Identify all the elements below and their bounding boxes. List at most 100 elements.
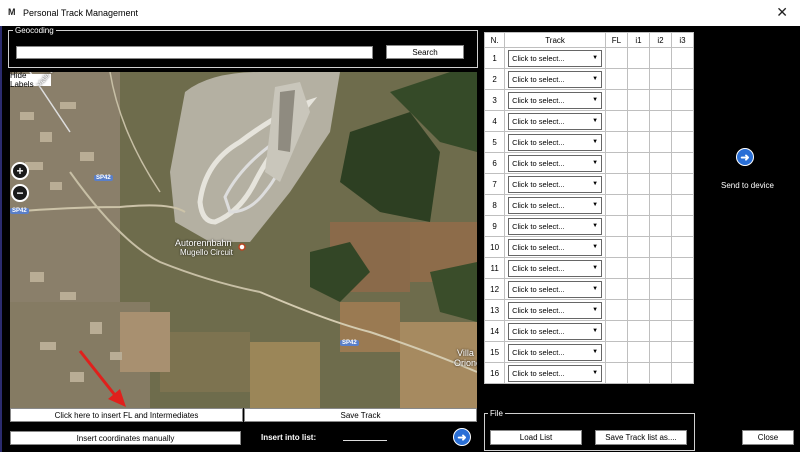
i1-cell[interactable] — [627, 236, 651, 258]
track-select[interactable]: Click to select... ▼ — [508, 196, 603, 214]
satellite-map[interactable]: Hide Labels + − SP42 SP42 SP42 Autorennb… — [10, 72, 477, 408]
track-select[interactable]: Click to select... ▼ — [508, 259, 603, 277]
fl-cell[interactable] — [604, 47, 629, 69]
i2-cell[interactable] — [649, 68, 672, 90]
i1-cell[interactable] — [627, 257, 651, 279]
fl-cell[interactable] — [604, 278, 629, 300]
i1-cell[interactable] — [627, 68, 651, 90]
fl-cell[interactable] — [604, 257, 629, 279]
zoom-in-button[interactable]: + — [11, 162, 29, 180]
i3-cell[interactable] — [670, 47, 695, 69]
track-select[interactable]: Click to select... ▼ — [508, 301, 603, 319]
insert-coordinates-manually-button[interactable]: Insert coordinates manually — [10, 431, 241, 445]
window-title: Personal Track Management — [23, 8, 139, 18]
fl-cell[interactable] — [604, 362, 629, 384]
track-select-value: Click to select... — [512, 263, 565, 273]
search-button[interactable]: Search — [386, 45, 464, 59]
track-select[interactable]: Click to select... ▼ — [508, 280, 603, 298]
fl-cell[interactable] — [604, 68, 629, 90]
i3-cell[interactable] — [670, 257, 695, 279]
fl-cell[interactable] — [604, 194, 629, 216]
close-button[interactable]: Close — [742, 430, 794, 445]
load-list-button[interactable]: Load List — [490, 430, 582, 445]
i1-cell[interactable] — [627, 278, 651, 300]
i2-cell[interactable] — [649, 47, 672, 69]
fl-cell[interactable] — [604, 236, 629, 258]
i2-cell[interactable] — [649, 215, 672, 237]
i2-cell[interactable] — [649, 299, 672, 321]
i3-cell[interactable] — [670, 278, 695, 300]
geocoding-search-input[interactable] — [16, 46, 373, 59]
i2-cell[interactable] — [649, 152, 672, 174]
i2-cell[interactable] — [649, 89, 672, 111]
i2-cell[interactable] — [649, 131, 672, 153]
header-fl: FL — [604, 32, 629, 48]
i1-cell[interactable] — [627, 173, 651, 195]
track-select[interactable]: Click to select... ▼ — [508, 322, 603, 340]
fl-cell[interactable] — [604, 320, 629, 342]
track-select[interactable]: Click to select... ▼ — [508, 133, 603, 151]
i3-cell[interactable] — [670, 194, 695, 216]
table-row: 13 Click to select... ▼ — [483, 299, 695, 321]
track-select[interactable]: Click to select... ▼ — [508, 343, 603, 361]
i2-cell[interactable] — [649, 236, 672, 258]
i1-cell[interactable] — [627, 47, 651, 69]
i1-cell[interactable] — [627, 89, 651, 111]
fl-cell[interactable] — [604, 173, 629, 195]
i1-cell[interactable] — [627, 362, 651, 384]
i3-cell[interactable] — [670, 173, 695, 195]
i3-cell[interactable] — [670, 320, 695, 342]
insert-fl-intermediates-button[interactable]: Click here to insert FL and Intermediate… — [10, 408, 243, 422]
i1-cell[interactable] — [627, 110, 651, 132]
fl-cell[interactable] — [604, 215, 629, 237]
fl-cell[interactable] — [604, 110, 629, 132]
i2-cell[interactable] — [649, 320, 672, 342]
i3-cell[interactable] — [670, 215, 695, 237]
save-track-button[interactable]: Save Track — [244, 408, 477, 422]
i1-cell[interactable] — [627, 299, 651, 321]
i3-cell[interactable] — [670, 110, 695, 132]
i2-cell[interactable] — [649, 257, 672, 279]
insert-into-list-field[interactable] — [343, 440, 387, 441]
i3-cell[interactable] — [670, 152, 695, 174]
i1-cell[interactable] — [627, 131, 651, 153]
close-icon[interactable]: ✕ — [776, 4, 788, 21]
i2-cell[interactable] — [649, 194, 672, 216]
i1-cell[interactable] — [627, 320, 651, 342]
i3-cell[interactable] — [670, 131, 695, 153]
fl-cell[interactable] — [604, 89, 629, 111]
track-select[interactable]: Click to select... ▼ — [508, 49, 603, 67]
fl-cell[interactable] — [604, 152, 629, 174]
i3-cell[interactable] — [670, 362, 695, 384]
fl-cell[interactable] — [604, 341, 629, 363]
track-select[interactable]: Click to select... ▼ — [508, 70, 603, 88]
i3-cell[interactable] — [670, 299, 695, 321]
save-track-list-button[interactable]: Save Track list as.... — [595, 430, 687, 445]
i1-cell[interactable] — [627, 194, 651, 216]
insert-into-list-arrow-icon[interactable]: ➜ — [453, 428, 471, 446]
i2-cell[interactable] — [649, 110, 672, 132]
i2-cell[interactable] — [649, 278, 672, 300]
track-select[interactable]: Click to select... ▼ — [508, 364, 603, 382]
i3-cell[interactable] — [670, 89, 695, 111]
i2-cell[interactable] — [649, 362, 672, 384]
track-select[interactable]: Click to select... ▼ — [508, 217, 603, 235]
fl-cell[interactable] — [604, 299, 629, 321]
zoom-out-button[interactable]: − — [11, 184, 29, 202]
fl-cell[interactable] — [604, 131, 629, 153]
i3-cell[interactable] — [670, 236, 695, 258]
track-select[interactable]: Click to select... ▼ — [508, 112, 603, 130]
i3-cell[interactable] — [670, 341, 695, 363]
header-i3: i3 — [670, 32, 695, 48]
i2-cell[interactable] — [649, 173, 672, 195]
track-select[interactable]: Click to select... ▼ — [508, 91, 603, 109]
i1-cell[interactable] — [627, 341, 651, 363]
send-to-device-icon[interactable]: ➜ — [736, 148, 754, 166]
i2-cell[interactable] — [649, 341, 672, 363]
i3-cell[interactable] — [670, 68, 695, 90]
track-select[interactable]: Click to select... ▼ — [508, 154, 603, 172]
track-select[interactable]: Click to select... ▼ — [508, 175, 603, 193]
track-select[interactable]: Click to select... ▼ — [508, 238, 603, 256]
i1-cell[interactable] — [627, 215, 651, 237]
i1-cell[interactable] — [627, 152, 651, 174]
